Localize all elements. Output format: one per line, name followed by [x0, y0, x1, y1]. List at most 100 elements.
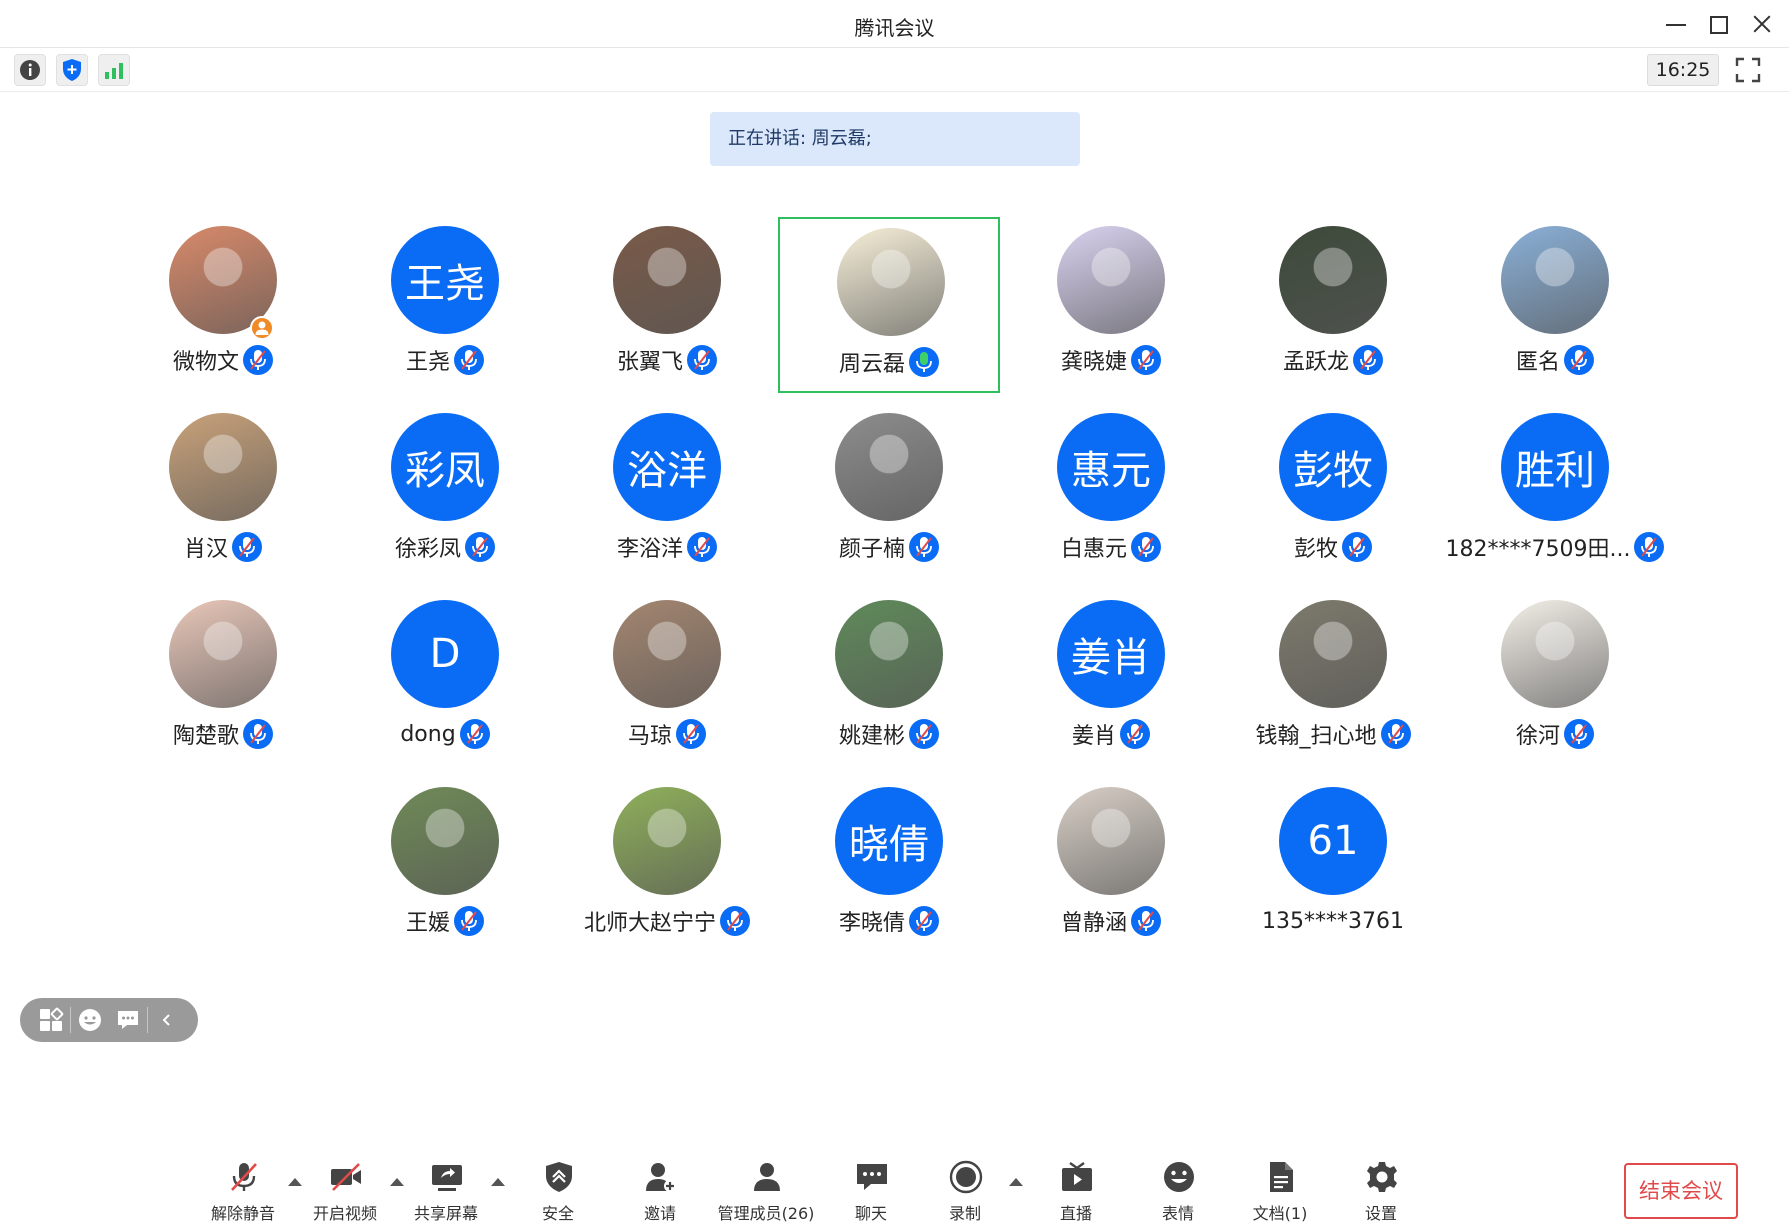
participant-tile[interactable]: 北师大赵宁宁	[556, 778, 778, 954]
participant-tile[interactable]: 姜肖 姜肖	[1000, 591, 1222, 767]
participant-tile[interactable]: 肖汉	[112, 404, 334, 580]
participant-tile[interactable]: 姚建彬	[778, 591, 1000, 767]
participant-name-row: 王媛	[334, 905, 556, 937]
participant-name-row: 王尧	[334, 344, 556, 376]
avatar: 浴洋	[613, 413, 721, 521]
members-icon	[754, 1163, 780, 1191]
share-options-caret[interactable]	[491, 1178, 505, 1186]
avatar	[613, 787, 721, 895]
chat-icon[interactable]	[109, 998, 147, 1042]
participant-name: 肖汉	[183, 537, 228, 562]
participant-name: 钱翰_扫心地	[1255, 724, 1377, 749]
signal-icon[interactable]	[98, 54, 130, 86]
avatar	[1057, 226, 1165, 334]
record-button[interactable]: 录制	[915, 1160, 1015, 1226]
emoji-icon[interactable]	[71, 998, 109, 1042]
invite-button[interactable]: 邀请	[610, 1160, 710, 1226]
avatar: 彩凤	[391, 413, 499, 521]
window-title: 腾讯会议	[854, 16, 935, 40]
shield-icon	[546, 1162, 572, 1192]
participant-name-row: dong	[334, 718, 556, 750]
mic-muted-icon	[909, 532, 939, 562]
speaking-indicator: 正在讲话: 周云磊;	[710, 112, 1080, 166]
mic-muted-icon	[909, 719, 939, 749]
participant-name: 182****7509田...	[1445, 537, 1631, 562]
participant-tile[interactable]: 王媛	[334, 778, 556, 954]
participant-name: 白惠元	[1060, 537, 1127, 562]
mic-muted-icon	[687, 532, 717, 562]
participant-name-row: 周云磊	[780, 346, 998, 378]
participant-name: 颜子楠	[838, 537, 905, 562]
participant-name-row: 白惠元	[1000, 531, 1222, 563]
layout-icon[interactable]	[32, 998, 70, 1042]
share-screen-button[interactable]: 共享屏幕	[396, 1160, 496, 1226]
participant-name: 孟跃龙	[1282, 350, 1349, 375]
close-icon[interactable]	[1750, 12, 1774, 36]
participant-name-row: 龚晓婕	[1000, 344, 1222, 376]
participant-name: 彭牧	[1293, 537, 1338, 562]
mic-muted-icon	[1564, 345, 1594, 375]
mic-speaking-icon	[909, 347, 939, 377]
participant-tile[interactable]: 龚晓婕	[1000, 217, 1222, 393]
participant-tile[interactable]: 曾静涵	[1000, 778, 1222, 954]
participant-tile[interactable]: 张翼飞	[556, 217, 778, 393]
fullscreen-icon[interactable]	[1734, 56, 1762, 84]
participant-tile[interactable]: 陶楚歌	[112, 591, 334, 767]
participant-tile[interactable]: 钱翰_扫心地	[1222, 591, 1444, 767]
bottom-toolbar: 解除静音 开启视频 共享屏幕 安全 邀请 管理成员(26) 聊天 录制 直播 表…	[0, 1140, 1789, 1232]
avatar	[1501, 226, 1609, 334]
share-screen-icon	[432, 1165, 462, 1191]
participant-name: 张翼飞	[616, 350, 683, 375]
participant-name-row: 彭牧	[1222, 531, 1444, 563]
participant-tile[interactable]: 微物文	[112, 217, 334, 393]
participant-name: dong	[400, 721, 456, 747]
meeting-status-bar: 16:25	[0, 48, 1789, 92]
host-badge-icon	[250, 316, 274, 340]
participant-tile[interactable]: 匿名	[1444, 217, 1666, 393]
mic-muted-icon	[676, 719, 706, 749]
info-icon[interactable]	[14, 54, 46, 86]
participant-name: 微物文	[172, 350, 239, 375]
mic-muted-icon	[454, 906, 484, 936]
participant-tile[interactable]: 颜子楠	[778, 404, 1000, 580]
avatar	[1279, 600, 1387, 708]
shield-icon[interactable]	[56, 54, 88, 86]
minimize-icon[interactable]	[1664, 12, 1688, 36]
participant-tile[interactable]: Ddong	[334, 591, 556, 767]
participant-tile[interactable]: 周云磊	[778, 217, 1000, 393]
participant-name-row: 135****3761	[1222, 905, 1444, 937]
end-meeting-button[interactable]: 结束会议	[1624, 1163, 1738, 1219]
settings-button[interactable]: 设置	[1331, 1160, 1431, 1226]
participant-tile[interactable]: 徐河	[1444, 591, 1666, 767]
participant-name: 李晓倩	[838, 911, 905, 936]
chevron-left-icon[interactable]	[148, 998, 186, 1042]
avatar: 彭牧	[1279, 413, 1387, 521]
participant-name-row: 肖汉	[112, 531, 334, 563]
add-user-icon	[646, 1163, 676, 1192]
participant-tile[interactable]: 马琼	[556, 591, 778, 767]
maximize-icon[interactable]	[1706, 12, 1730, 36]
record-options-caret[interactable]	[1009, 1178, 1023, 1186]
participant-tile[interactable]: 61 135****3761	[1222, 778, 1444, 954]
participant-name-row: 徐河	[1444, 718, 1666, 750]
avatar	[835, 413, 943, 521]
mic-muted-icon	[1131, 906, 1161, 936]
avatar	[613, 226, 721, 334]
participant-name-row: 北师大赵宁宁	[556, 905, 778, 937]
participant-tile[interactable]: 王尧 王尧	[334, 217, 556, 393]
participant-tile[interactable]: 晓倩 李晓倩	[778, 778, 1000, 954]
participant-name-row: 李晓倩	[778, 905, 1000, 937]
participant-tile[interactable]: 惠元 白惠元	[1000, 404, 1222, 580]
mic-muted-icon	[459, 719, 490, 749]
participant-name: 王尧	[405, 350, 450, 375]
camera-off-icon	[331, 1163, 361, 1191]
participant-tile[interactable]: 彭牧 彭牧	[1222, 404, 1444, 580]
mic-muted-icon	[465, 532, 495, 562]
participant-tile[interactable]: 孟跃龙	[1222, 217, 1444, 393]
participant-name-row: 曾静涵	[1000, 905, 1222, 937]
mic-muted-icon	[909, 906, 939, 936]
participant-tile[interactable]: 浴洋 李浴洋	[556, 404, 778, 580]
floating-tools	[20, 998, 198, 1042]
participant-tile[interactable]: 彩凤 徐彩凤	[334, 404, 556, 580]
participant-tile[interactable]: 胜利 182****7509田...	[1444, 404, 1666, 580]
